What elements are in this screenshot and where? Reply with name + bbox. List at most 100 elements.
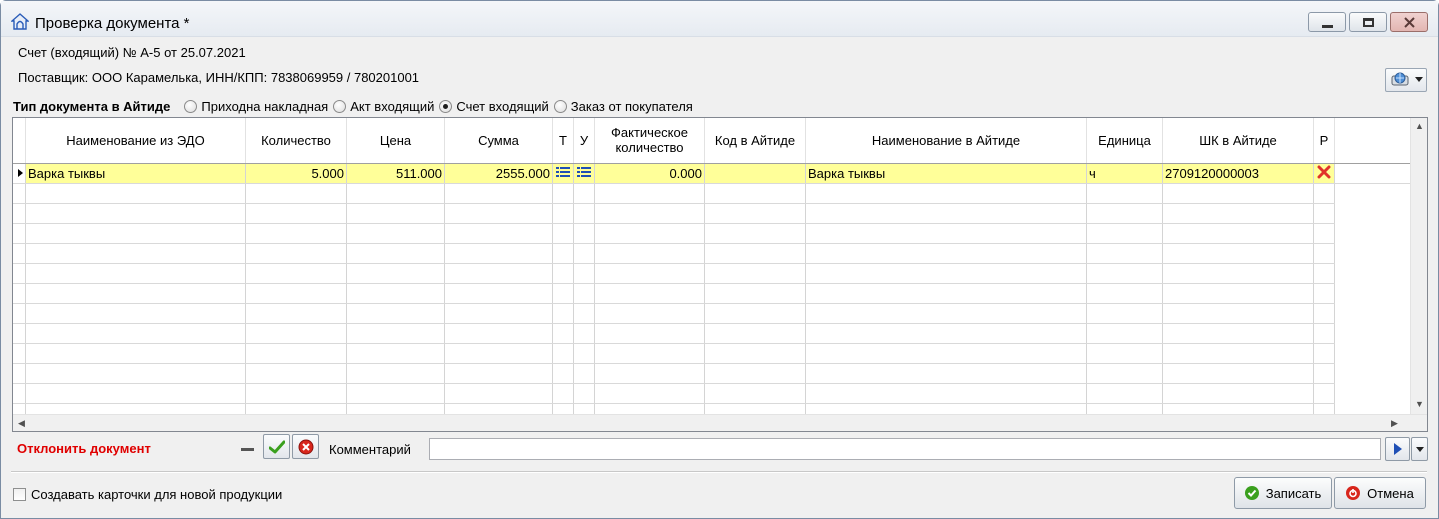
cell-t[interactable] <box>552 163 574 184</box>
create-cards-checkbox[interactable]: Создавать карточки для новой продукции <box>13 487 282 502</box>
cancel-button[interactable]: Отмена <box>1334 477 1426 509</box>
col-unit[interactable]: Единица <box>1086 118 1163 164</box>
row-indicator-header <box>13 118 26 164</box>
comment-dropdown-button[interactable] <box>1411 437 1428 461</box>
empty-row <box>13 303 1411 324</box>
comment-action-button[interactable] <box>1385 437 1410 461</box>
app-icon <box>11 13 29 30</box>
cell-price[interactable]: 511.000 <box>346 163 445 184</box>
chevron-down-icon <box>1415 446 1424 452</box>
restore-icon <box>1362 17 1374 27</box>
restore-button[interactable] <box>1349 12 1387 32</box>
scroll-up-arrow-icon[interactable]: ▲ <box>1415 122 1424 131</box>
chevron-down-icon <box>1415 77 1423 82</box>
empty-row <box>13 263 1411 284</box>
green-check-icon <box>268 440 285 453</box>
col-edo-name[interactable]: Наименование из ЭДО <box>25 118 246 164</box>
cell-edo-name[interactable]: Варка тыквы <box>25 163 246 184</box>
reject-button[interactable] <box>292 434 319 459</box>
empty-row <box>13 243 1411 264</box>
empty-row <box>13 363 1411 384</box>
items-grid[interactable]: Наименование из ЭДО Количество Цена Сумм… <box>12 117 1428 432</box>
green-check-circle-icon <box>1244 486 1259 500</box>
create-cards-label: Создавать карточки для новой продукции <box>31 487 283 502</box>
close-button[interactable] <box>1390 12 1428 32</box>
cell-name[interactable]: Варка тыквы <box>805 163 1087 184</box>
radio-circle[interactable] <box>184 99 198 113</box>
doc-type-row: Тип документа в Айтиде Приходна накладна… <box>13 97 698 115</box>
header-row: Наименование из ЭДО Количество Цена Сумм… <box>13 118 1411 164</box>
checkbox-box[interactable] <box>13 488 26 501</box>
invoice-info: Счет (входящий) № А-5 от 25.07.2021 <box>18 45 246 60</box>
close-icon <box>1403 16 1415 28</box>
comment-input[interactable] <box>429 438 1381 460</box>
radio-label: Акт входящий <box>350 98 435 114</box>
cancel-label: Отмена <box>1367 485 1414 501</box>
title-bar[interactable]: Проверка документа * <box>1 1 1438 37</box>
list-icon[interactable] <box>556 166 570 178</box>
items-table: Наименование из ЭДО Количество Цена Сумм… <box>13 118 1411 424</box>
cell-qty[interactable]: 5.000 <box>245 163 347 184</box>
empty-row <box>13 383 1411 404</box>
accept-button[interactable] <box>263 434 290 459</box>
horizontal-scrollbar[interactable]: ◀ ▶ <box>13 414 1427 431</box>
red-cancel-icon <box>298 439 313 454</box>
col-price[interactable]: Цена <box>346 118 445 164</box>
col-r[interactable]: Р <box>1313 118 1335 164</box>
col-u[interactable]: У <box>573 118 595 164</box>
scroll-right-arrow-icon[interactable]: ▶ <box>1391 419 1398 428</box>
empty-row <box>13 343 1411 364</box>
radio-zakaz[interactable]: Заказ от покупателя <box>553 98 693 114</box>
vertical-scrollbar[interactable]: ▲ ▼ <box>1410 118 1427 414</box>
cell-code[interactable] <box>704 163 806 184</box>
radio-circle[interactable] <box>333 99 347 113</box>
dialog-window: Проверка документа * Счет (входящий) № А… <box>0 0 1439 519</box>
row-indicator[interactable] <box>13 163 26 184</box>
cell-u[interactable] <box>573 163 595 184</box>
save-button[interactable]: Записать <box>1234 477 1332 509</box>
reject-document-label: Отклонить документ <box>17 441 151 456</box>
save-label: Записать <box>1265 485 1322 501</box>
play-arrow-icon <box>1393 443 1402 455</box>
comment-label: Комментарий <box>329 442 411 457</box>
col-actual-qty[interactable]: Фактическое количество <box>594 118 705 164</box>
red-x-icon[interactable] <box>1317 165 1331 179</box>
empty-row <box>13 203 1411 224</box>
radio-label: Заказ от покупателя <box>570 98 693 114</box>
cell-unit[interactable]: ч <box>1086 163 1163 184</box>
cell-r[interactable] <box>1313 163 1335 184</box>
cell-actual-qty[interactable]: 0.000 <box>594 163 705 184</box>
radio-label: Приходна накладная <box>201 98 329 114</box>
radio-circle-selected[interactable] <box>439 99 453 113</box>
print-dropdown-button[interactable] <box>1385 68 1427 92</box>
radio-prihodnaya[interactable]: Приходна накладная <box>184 99 328 114</box>
scroll-down-arrow-icon[interactable]: ▼ <box>1415 400 1424 409</box>
minimize-icon <box>1321 24 1333 28</box>
radio-label: Счет входящий <box>456 98 549 114</box>
list-icon[interactable] <box>577 166 591 178</box>
col-filler <box>1334 118 1411 164</box>
doc-type-label: Тип документа в Айтиде <box>13 98 171 114</box>
col-barcode[interactable]: ШК в Айтиде <box>1162 118 1314 164</box>
window-title: Проверка документа * <box>35 15 190 32</box>
globe-printer-icon <box>1391 72 1409 86</box>
col-code[interactable]: Код в Айтиде <box>704 118 806 164</box>
radio-circle[interactable] <box>553 99 567 113</box>
current-row-arrow-icon <box>18 169 23 177</box>
empty-row <box>13 183 1411 204</box>
radio-akt[interactable]: Акт входящий <box>333 99 434 114</box>
col-sum[interactable]: Сумма <box>444 118 553 164</box>
red-power-icon <box>1346 486 1361 500</box>
minimize-button[interactable] <box>1308 12 1346 32</box>
empty-row <box>13 223 1411 244</box>
col-qty[interactable]: Количество <box>245 118 347 164</box>
cell-barcode[interactable]: 2709120000003 <box>1162 163 1314 184</box>
separator <box>11 471 1427 473</box>
col-t[interactable]: Т <box>552 118 574 164</box>
radio-schet[interactable]: Счет входящий <box>439 98 549 114</box>
table-row[interactable]: Варка тыквы 5.000 511.000 2555.000 0.000… <box>13 163 1411 184</box>
cell-filler <box>1334 163 1411 184</box>
cell-sum[interactable]: 2555.000 <box>444 163 553 184</box>
scroll-left-arrow-icon[interactable]: ◀ <box>18 419 25 428</box>
col-name[interactable]: Наименование в Айтиде <box>805 118 1087 164</box>
